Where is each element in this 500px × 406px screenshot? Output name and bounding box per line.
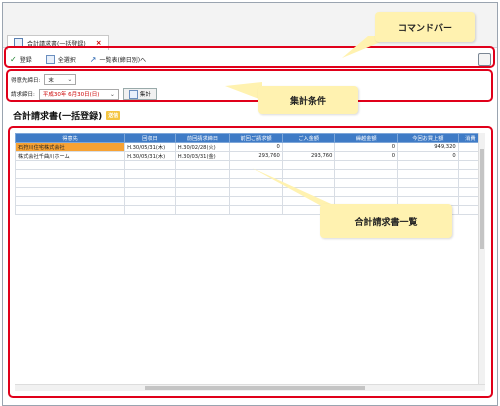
callout-conditions: 集計条件 [258, 86, 358, 114]
list-highlight [8, 126, 493, 398]
status-badge: 送信 [106, 111, 121, 120]
conditions-highlight [6, 69, 493, 102]
page-title: 合計請求書(一括登録) 送信 [13, 109, 121, 122]
command-bar-highlight [4, 46, 495, 68]
page-title-text: 合計請求書(一括登録) [13, 112, 103, 122]
callout-list: 合計請求書一覧 [320, 204, 452, 238]
callout-command-bar: コマンドバー [375, 12, 475, 42]
